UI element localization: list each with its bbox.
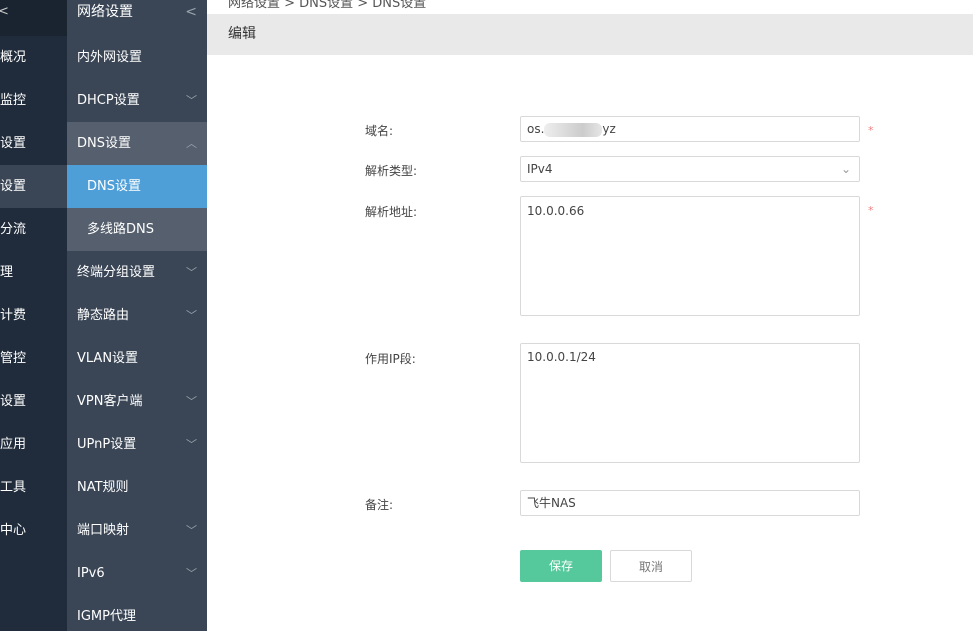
scope-label: 作用IP段:: [365, 352, 416, 366]
sub-nav-label: NAT规则: [77, 480, 129, 495]
sub-nav-item[interactable]: VPN客户端 ﹀: [67, 380, 207, 423]
nav-item[interactable]: 工具: [0, 466, 67, 509]
nav-item[interactable]: 设置: [0, 380, 67, 423]
nav-item[interactable]: 监控: [0, 79, 67, 122]
sub-nav-label: 静态路由: [77, 308, 130, 323]
chevron-left-icon: <: [185, 4, 197, 20]
sub-nav-label: UPnP设置: [77, 437, 137, 452]
chevron-down-icon: ﹀: [186, 94, 197, 107]
chevron-down-icon: ⌄: [840, 162, 851, 176]
chevron-down-icon: ﹀: [186, 266, 197, 279]
nav-item[interactable]: 计费: [0, 294, 67, 337]
sub-nav-label: IGMP代理: [77, 609, 136, 624]
sub-nav-item[interactable]: DNS设置 ︿: [67, 122, 207, 165]
chevron-down-icon: ﹀: [186, 309, 197, 322]
nav-item[interactable]: 设置: [0, 165, 67, 208]
redacted-blur: [544, 122, 603, 137]
sub-nav-item[interactable]: 静态路由 ﹀: [67, 294, 207, 337]
cancel-button[interactable]: 取消: [610, 550, 692, 582]
domain-label: 域名:: [365, 124, 394, 138]
sub-nav-label: 端口映射: [77, 523, 130, 538]
collapse-button[interactable]: <: [0, 0, 67, 36]
type-label: 解析类型:: [365, 164, 418, 178]
sub-nav-item[interactable]: UPnP设置 ﹀: [67, 423, 207, 466]
sub-nav-label: DHCP设置: [77, 93, 140, 108]
sub-nav-label: DNS设置: [87, 179, 141, 194]
sub-nav-title[interactable]: 网络设置 <: [67, 0, 207, 34]
nav-item[interactable]: 应用: [0, 423, 67, 466]
sub-nav-item[interactable]: DNS设置: [67, 165, 207, 208]
addr-textarea[interactable]: 10.0.0.66: [520, 196, 860, 316]
required-mark: *: [868, 124, 874, 137]
main-nav: < 概况 监控 设置 设置 分流理计费 管控 设置 应用 工具 中心: [0, 0, 67, 631]
sub-nav-item[interactable]: VLAN设置: [67, 337, 207, 380]
sub-nav-label: IPv6: [77, 566, 105, 581]
page-title: 编辑: [207, 14, 973, 55]
chevron-down-icon: ﹀: [186, 524, 197, 537]
nav-item[interactable]: 中心: [0, 509, 67, 552]
sub-nav-label: 终端分组设置: [77, 265, 156, 280]
sub-nav-label: DNS设置: [77, 136, 131, 151]
chevron-down-icon: ﹀: [186, 567, 197, 580]
addr-label: 解析地址:: [365, 205, 418, 219]
sub-nav-item[interactable]: 多线路DNS: [67, 208, 207, 251]
sub-nav-label: 内外网设置: [77, 50, 143, 65]
sub-nav-label: 多线路DNS: [87, 222, 154, 237]
domain-input[interactable]: os. yz: [520, 116, 860, 142]
sub-nav-item[interactable]: IPv6 ﹀: [67, 552, 207, 595]
nav-item[interactable]: 理: [0, 251, 67, 294]
note-label: 备注:: [365, 498, 394, 512]
nav-item[interactable]: 管控: [0, 337, 67, 380]
sub-nav-item[interactable]: IGMP代理: [67, 595, 207, 638]
nav-item[interactable]: 分流: [0, 208, 67, 251]
sub-nav-item[interactable]: 端口映射 ﹀: [67, 509, 207, 552]
sub-nav-item[interactable]: 终端分组设置 ﹀: [67, 251, 207, 294]
breadcrumb: 网络设置 > DNS设置 > DNS设置: [228, 0, 427, 11]
note-input[interactable]: 飞牛NAS: [520, 490, 860, 516]
sub-nav-label: VPN客户端: [77, 394, 143, 409]
type-select[interactable]: IPv4 ⌄: [520, 156, 860, 182]
sub-nav-item[interactable]: DHCP设置 ﹀: [67, 79, 207, 122]
required-mark: *: [868, 204, 874, 217]
chevron-up-icon: ︿: [186, 137, 197, 150]
sub-nav-label: VLAN设置: [77, 351, 139, 366]
sub-nav-item[interactable]: NAT规则: [67, 466, 207, 509]
save-button[interactable]: 保存: [520, 550, 602, 582]
scope-textarea[interactable]: 10.0.0.1/24: [520, 343, 860, 463]
nav-item[interactable]: 概况: [0, 36, 67, 79]
sub-nav-item[interactable]: 内外网设置: [67, 36, 207, 79]
nav-item[interactable]: 设置: [0, 122, 67, 165]
sub-nav: 网络设置 < 内外网设置 DHCP设置 ﹀ DNS设置 ︿ DNS设置多线路DNS 终端分组设…: [67, 0, 207, 631]
chevron-down-icon: ﹀: [186, 395, 197, 408]
chevron-down-icon: ﹀: [186, 438, 197, 451]
